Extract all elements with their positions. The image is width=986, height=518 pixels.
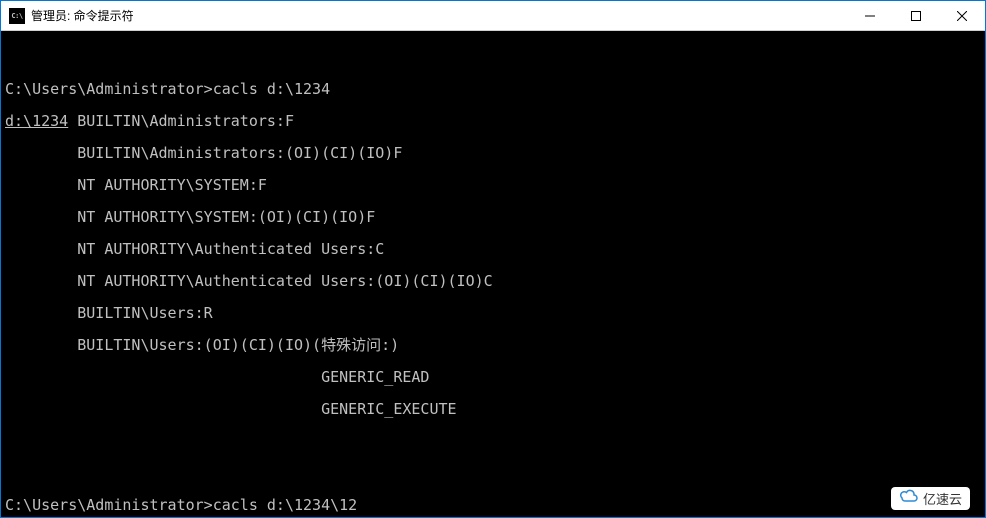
console-line: C:\Users\Administrator>cacls d:\1234\12	[5, 497, 981, 513]
command-text: cacls d:\1234\12	[213, 496, 358, 514]
close-button[interactable]	[939, 1, 985, 30]
watermark: 亿速云	[891, 487, 970, 510]
window-controls	[847, 1, 985, 30]
app-icon: C:\	[9, 8, 25, 24]
titlebar[interactable]: C:\ 管理员: 命令提示符	[1, 1, 985, 31]
prompt: C:\Users\Administrator>	[5, 496, 213, 514]
maximize-button[interactable]	[893, 1, 939, 30]
close-icon	[957, 11, 967, 21]
console-line	[5, 49, 981, 65]
console-line	[5, 465, 981, 481]
console-line: d:\1234 BUILTIN\Administrators:F	[5, 113, 981, 129]
console-line: C:\Users\Administrator>cacls d:\1234	[5, 81, 981, 97]
output-text: BUILTIN\Administrators:F	[68, 112, 294, 130]
watermark-text: 亿速云	[923, 489, 962, 508]
console-line: BUILTIN\Users:R	[5, 305, 981, 321]
output-path: d:\1234	[5, 112, 68, 130]
console-area[interactable]: C:\Users\Administrator>cacls d:\1234 d:\…	[1, 31, 985, 517]
console-line: NT AUTHORITY\Authenticated Users:C	[5, 241, 981, 257]
console-line: BUILTIN\Users:(OI)(CI)(IO)(特殊访问:)	[5, 337, 981, 353]
console-line: GENERIC_READ	[5, 369, 981, 385]
console-line	[5, 433, 981, 449]
console-line: BUILTIN\Administrators:(OI)(CI)(IO)F	[5, 145, 981, 161]
console-line: NT AUTHORITY\Authenticated Users:(OI)(CI…	[5, 273, 981, 289]
cloud-icon	[899, 489, 919, 508]
maximize-icon	[911, 11, 921, 21]
console-line: NT AUTHORITY\SYSTEM:(OI)(CI)(IO)F	[5, 209, 981, 225]
cmd-window: C:\ 管理员: 命令提示符 C:\Users\Administrator>ca…	[0, 0, 986, 518]
prompt: C:\Users\Administrator>	[5, 80, 213, 98]
console-line: GENERIC_EXECUTE	[5, 401, 981, 417]
command-text: cacls d:\1234	[213, 80, 330, 98]
console-line: NT AUTHORITY\SYSTEM:F	[5, 177, 981, 193]
minimize-button[interactable]	[847, 1, 893, 30]
minimize-icon	[865, 11, 875, 21]
window-title: 管理员: 命令提示符	[31, 7, 847, 24]
